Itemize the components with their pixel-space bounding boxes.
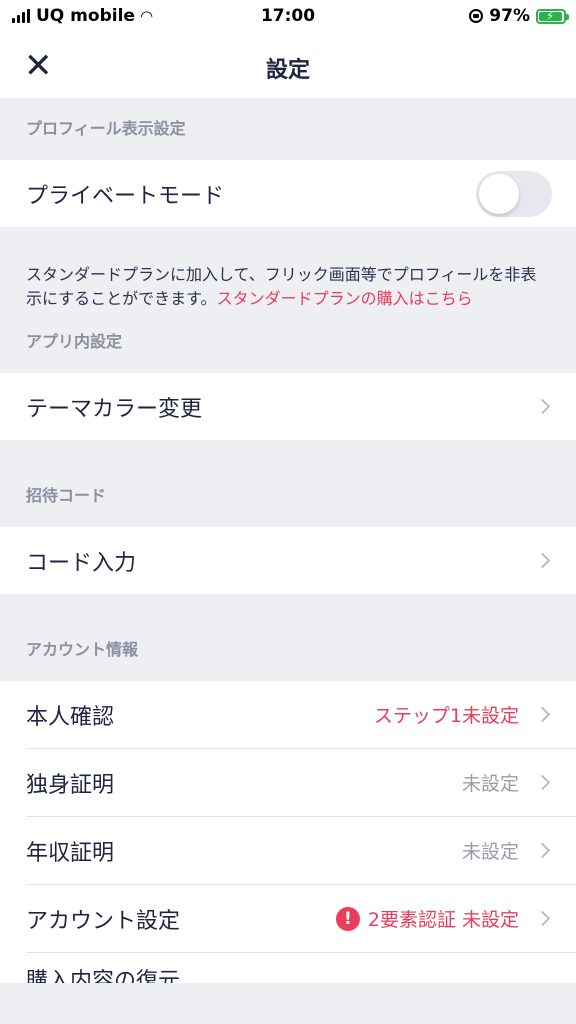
battery-percent: 97% xyxy=(489,6,530,26)
restore-purchase-row[interactable]: 購入内容の復元 xyxy=(0,953,576,983)
alert-icon: ! xyxy=(335,906,360,931)
theme-color-row[interactable]: テーマカラー変更 xyxy=(0,373,576,440)
identity-label: 本人確認 xyxy=(26,704,115,730)
orientation-lock-icon xyxy=(469,9,484,23)
close-icon[interactable]: ✕ xyxy=(24,48,60,84)
single-proof-row[interactable]: 独身証明 未設定 xyxy=(0,749,576,816)
nav-bar: ✕ 設定 xyxy=(0,34,576,98)
identity-status: ステップ1未設定 xyxy=(373,705,519,727)
account-settings-row[interactable]: アカウント設定 ! 2要素認証 未設定 xyxy=(0,885,576,952)
account-settings-status-wrap: ! 2要素認証 未設定 xyxy=(335,905,519,932)
chevron-right-icon xyxy=(534,910,551,927)
battery-icon: ⚡ xyxy=(536,8,569,24)
plan-note: スタンダードプランに加入して、フリック画面等でプロフィールを非表示にすることがで… xyxy=(0,227,576,311)
section-header-account: アカウント情報 xyxy=(26,640,139,659)
account-settings-status: 2要素認証 未設定 xyxy=(367,909,519,931)
chevron-right-icon xyxy=(534,706,551,723)
chevron-right-icon xyxy=(534,774,551,791)
section-header-invite: 招待コード xyxy=(26,486,107,505)
restore-purchase-label: 購入内容の復元 xyxy=(26,969,181,983)
plan-purchase-link[interactable]: スタンダードプランの購入はこちら xyxy=(217,289,473,308)
status-right: 97% ⚡ xyxy=(469,6,569,26)
page-title: 設定 xyxy=(265,58,310,83)
theme-color-label: テーマカラー変更 xyxy=(26,396,203,422)
identity-row[interactable]: 本人確認 ステップ1未設定 xyxy=(0,681,576,748)
chevron-right-icon xyxy=(534,842,551,859)
income-proof-label: 年収証明 xyxy=(26,840,115,866)
income-proof-row[interactable]: 年収証明 未設定 xyxy=(0,817,576,884)
section-header-app: アプリ内設定 xyxy=(26,332,123,351)
private-mode-toggle[interactable] xyxy=(476,170,552,217)
section-header-profile: プロフィール表示設定 xyxy=(26,119,186,138)
single-proof-label: 独身証明 xyxy=(26,772,115,798)
code-input-label: コード入力 xyxy=(26,550,137,576)
private-mode-label: プライベートモード xyxy=(26,183,225,209)
chevron-right-icon xyxy=(534,552,551,569)
single-proof-status: 未設定 xyxy=(461,773,519,795)
code-input-row[interactable]: コード入力 xyxy=(0,527,576,594)
chevron-right-icon xyxy=(534,398,551,415)
private-mode-row: プライベートモード xyxy=(0,160,576,227)
income-proof-status: 未設定 xyxy=(461,841,519,863)
status-bar: UQ mobile ◠ 17:00 97% ⚡ xyxy=(0,0,576,34)
account-settings-label: アカウント設定 xyxy=(26,908,181,934)
